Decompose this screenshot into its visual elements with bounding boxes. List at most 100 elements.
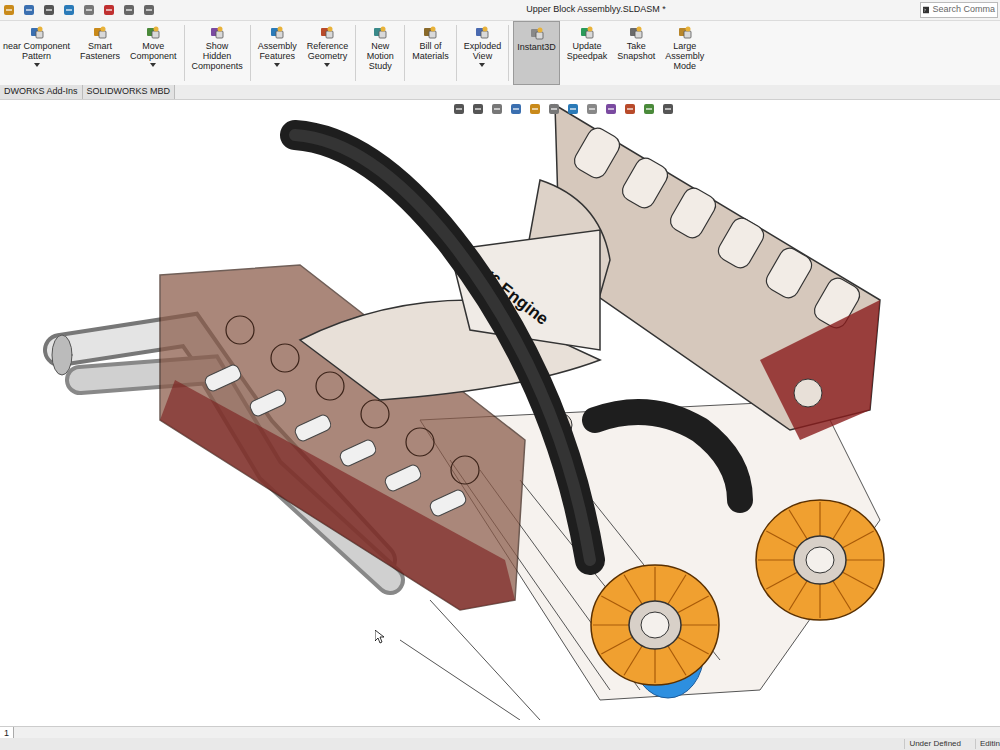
view-tool-icon[interactable] [642,102,656,116]
quick-access-toolbar [2,3,242,17]
toolbar-label: Hidden [203,51,232,61]
view-tool-icon[interactable] [566,102,580,116]
tool-icon [269,25,285,41]
toolbar-label: Large [673,41,696,51]
toolbar-label: Pattern [22,51,51,61]
view-tool-icon[interactable] [471,102,485,116]
title-bar: Upper Block Assemblyy.SLDASM * Search Com… [0,0,1000,21]
toolbar-label: Components [192,61,243,71]
undo-icon[interactable] [62,3,76,17]
toolbar-label: Take [627,41,646,51]
toolbar-label: Features [259,51,295,61]
toolbar-label: near Component [3,41,70,51]
window-title: Upper Block Assemblyy.SLDASM * [496,3,665,17]
dropdown-icon[interactable] [34,63,40,67]
tool-icon [474,25,490,41]
print-icon[interactable] [42,3,56,17]
view-tool-icon[interactable] [661,102,675,116]
command-tab[interactable]: SOLIDWORKS MBD [83,85,176,99]
open-icon[interactable] [2,3,16,17]
toolbar-button[interactable]: ShowHiddenComponents [189,21,246,85]
search-box[interactable]: Search Comma [920,2,998,18]
toolbar-button[interactable]: Instant3D [513,21,560,85]
toolbar-label: Fasteners [80,51,120,61]
dropdown-icon[interactable] [324,63,330,67]
toolbar-label: Exploded [464,41,502,51]
toolbar-label: Update [573,41,602,51]
toolbar-label: Motion [367,51,394,61]
sheet-tab[interactable]: 1 [0,727,14,738]
view-tool-icon[interactable] [585,102,599,116]
toolbar-button[interactable]: MoveComponent [127,21,180,85]
view-tool-icon[interactable] [490,102,504,116]
view-tool-icon[interactable] [547,102,561,116]
toolbar-separator [355,25,356,81]
toolbar-label: Instant3D [517,42,556,52]
command-tab[interactable]: DWORKS Add-Ins [0,85,83,99]
toolbar-button[interactable]: NewMotionStudy [360,21,400,85]
toolbar-label: Study [369,61,392,71]
toolbar-button[interactable]: near ComponentPattern [0,21,73,85]
toolbar-label: Component [130,51,177,61]
toolbar-label: Reference [307,41,349,51]
air-filter [756,500,884,620]
status-item: Under Defined [904,739,961,749]
status-bar: Under Defined Editin [0,738,1000,750]
toolbar-label: Geometry [308,51,348,61]
graphics-area[interactable]: V6 Engine [0,100,1000,726]
toolbar-label: Speedpak [567,51,608,61]
view-tool-icon[interactable] [528,102,542,116]
toolbar-button[interactable]: TakeSnapshot [614,21,658,85]
toolbar-label: Show [206,41,229,51]
toolbar-label: New [371,41,389,51]
view-tool-icon[interactable] [623,102,637,116]
dropdown-icon[interactable] [479,63,485,67]
rebuild-icon[interactable] [102,3,116,17]
mouse-cursor-icon [375,630,385,644]
save-icon[interactable] [22,3,36,17]
intake-manifold: V6 Engine [300,180,610,400]
toolbar-label: Move [142,41,164,51]
tool-icon [422,25,438,41]
toolbar-button[interactable]: AssemblyFeatures [255,21,300,85]
toolbar-label: Smart [88,41,112,51]
tool-icon [29,25,45,41]
tool-icon [628,25,644,41]
dropdown-icon[interactable] [274,63,280,67]
toolbar-button[interactable]: ExplodedView [461,21,505,85]
heads-up-toolbar [452,102,675,116]
toolbar-label: Mode [674,61,697,71]
toolbar-label: Snapshot [617,51,655,61]
toolbar-separator [184,25,185,81]
engine-model[interactable]: V6 Engine [0,100,1000,720]
toolbar-label: Materials [412,51,449,61]
status-item: Editin [975,739,1000,749]
search-placeholder: Search Comma [932,3,995,17]
toolbar-button[interactable]: SmartFasteners [77,21,123,85]
toolbar-button[interactable]: UpdateSpeedpak [564,21,611,85]
view-tool-icon[interactable] [452,102,466,116]
tool-icon [209,25,225,41]
dropdown-icon[interactable] [150,63,156,67]
file-properties-icon[interactable] [122,3,136,17]
tool-icon [145,25,161,41]
tool-icon [579,25,595,41]
view-tool-icon[interactable] [604,102,618,116]
tab-row: DWORKS Add-InsSOLIDWORKS MBD [0,85,1000,100]
tool-icon [677,25,693,41]
toolbar-button[interactable]: Bill ofMaterials [409,21,452,85]
options-icon[interactable] [142,3,156,17]
toolbar-button[interactable]: LargeAssemblyMode [662,21,707,85]
air-filter [591,565,719,685]
view-tool-icon[interactable] [509,102,523,116]
toolbar-label: Assembly [258,41,297,51]
command-manager: near ComponentPatternSmartFastenersMoveC… [0,21,1000,85]
toolbar-label: Assembly [665,51,704,61]
toolbar-label: Bill of [419,41,441,51]
toolbar-button[interactable]: ReferenceGeometry [304,21,352,85]
tool-icon [372,25,388,41]
select-icon[interactable] [82,3,96,17]
toolbar-separator [250,25,251,81]
tool-icon [529,26,545,42]
toolbar-separator [404,25,405,81]
